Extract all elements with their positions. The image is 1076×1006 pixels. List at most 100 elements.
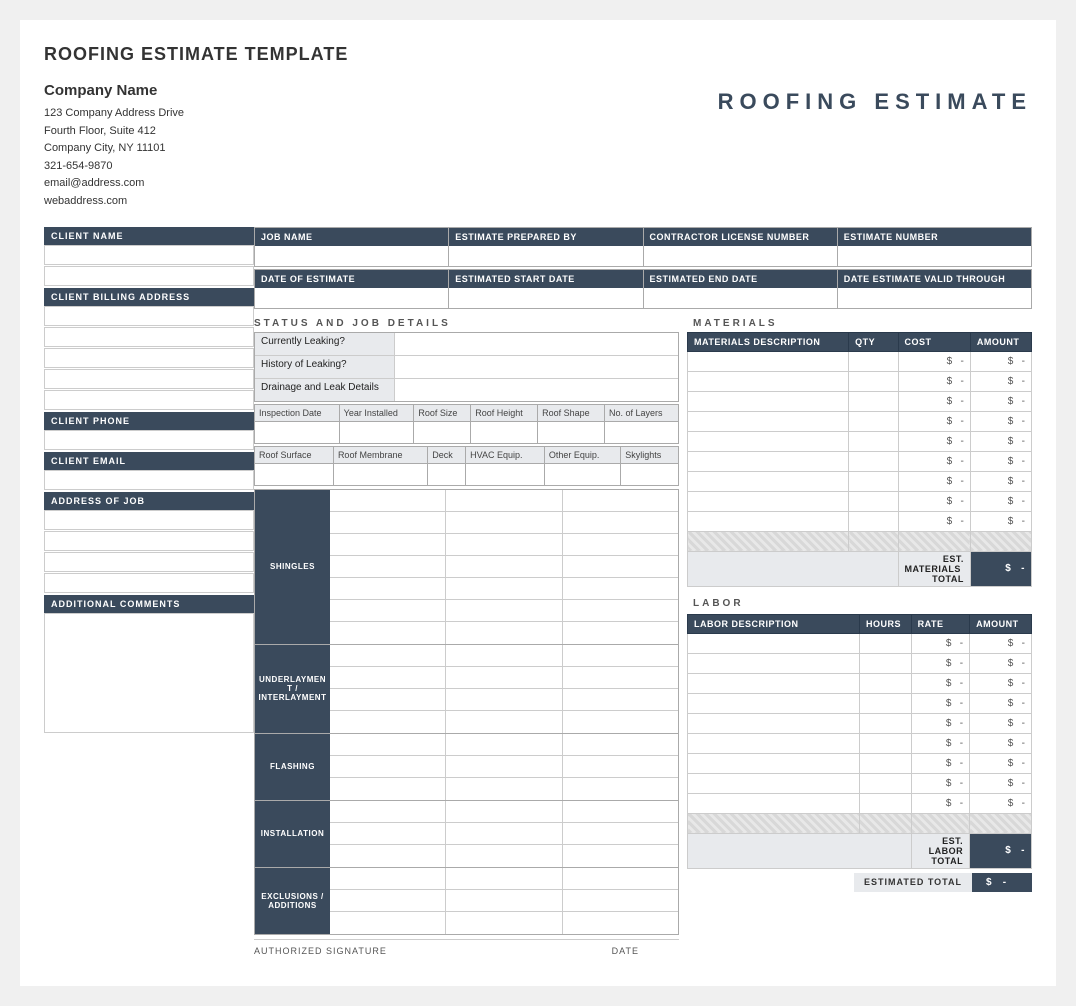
labor-row-rate-5[interactable]: $ - xyxy=(911,733,969,753)
mat-row-amount-2[interactable]: $ - xyxy=(970,391,1031,411)
mat-row-desc-5[interactable] xyxy=(688,451,849,471)
labor-row-hours-1[interactable] xyxy=(860,653,912,673)
mat-row-desc-7[interactable] xyxy=(688,491,849,511)
labor-row-amount-2[interactable]: $ - xyxy=(970,673,1032,693)
mat-row-desc-2[interactable] xyxy=(688,391,849,411)
labor-row-amount-3[interactable]: $ - xyxy=(970,693,1032,713)
rd-val-layers[interactable] xyxy=(605,421,679,443)
labor-row-hours-0[interactable] xyxy=(860,633,912,653)
mat-row-desc-0[interactable] xyxy=(688,351,849,371)
labor-row-amount-5[interactable]: $ - xyxy=(970,733,1032,753)
mat-row-qty-8[interactable] xyxy=(849,511,898,531)
labor-row-rate-4[interactable]: $ - xyxy=(911,713,969,733)
grid-value-end-date[interactable] xyxy=(644,288,837,308)
mat-row-amount-1[interactable]: $ - xyxy=(970,371,1031,391)
labor-row-desc-0[interactable] xyxy=(688,633,860,653)
labor-row-rate-2[interactable]: $ - xyxy=(911,673,969,693)
client-billing-value5[interactable] xyxy=(44,390,254,410)
client-phone-value[interactable] xyxy=(44,430,254,450)
mat-row-desc-1[interactable] xyxy=(688,371,849,391)
mat-row-qty-3[interactable] xyxy=(849,411,898,431)
labor-row-desc-1[interactable] xyxy=(688,653,860,673)
status-value-drainage[interactable] xyxy=(395,379,678,401)
labor-row-hours-6[interactable] xyxy=(860,753,912,773)
mat-row-amount-8[interactable]: $ - xyxy=(970,511,1031,531)
labor-row-amount-6[interactable]: $ - xyxy=(970,753,1032,773)
mat-row-amount-6[interactable]: $ - xyxy=(970,471,1031,491)
rd-val-year[interactable] xyxy=(339,421,414,443)
labor-row-desc-7[interactable] xyxy=(688,773,860,793)
labor-row-desc-8[interactable] xyxy=(688,793,860,813)
additional-comments-value[interactable] xyxy=(44,613,254,733)
rd-val-inspection[interactable] xyxy=(255,421,340,443)
labor-row-hours-3[interactable] xyxy=(860,693,912,713)
rd-val-other[interactable] xyxy=(544,463,620,485)
labor-row-desc-2[interactable] xyxy=(688,673,860,693)
labor-row-desc-4[interactable] xyxy=(688,713,860,733)
grid-value-license[interactable] xyxy=(644,246,837,266)
grid-value-job-name[interactable] xyxy=(255,246,448,266)
client-name-value2[interactable] xyxy=(44,266,254,286)
mat-row-qty-1[interactable] xyxy=(849,371,898,391)
rd-val-membrane[interactable] xyxy=(333,463,427,485)
labor-row-rate-0[interactable]: $ - xyxy=(911,633,969,653)
rd-val-size[interactable] xyxy=(414,421,471,443)
labor-row-amount-7[interactable]: $ - xyxy=(970,773,1032,793)
rd-val-height[interactable] xyxy=(471,421,538,443)
mat-row-cost-2[interactable]: $ - xyxy=(898,391,970,411)
mat-row-cost-7[interactable]: $ - xyxy=(898,491,970,511)
grid-value-estimate-by[interactable] xyxy=(449,246,642,266)
mat-row-desc-4[interactable] xyxy=(688,431,849,451)
address-job-value4[interactable] xyxy=(44,573,254,593)
client-email-value[interactable] xyxy=(44,470,254,490)
rd-val-shape[interactable] xyxy=(538,421,605,443)
labor-row-desc-5[interactable] xyxy=(688,733,860,753)
labor-row-rate-3[interactable]: $ - xyxy=(911,693,969,713)
labor-row-rate-6[interactable]: $ - xyxy=(911,753,969,773)
rd-val-skylights[interactable] xyxy=(621,463,679,485)
mat-row-desc-8[interactable] xyxy=(688,511,849,531)
rd-val-surface[interactable] xyxy=(255,463,334,485)
mat-row-cost-3[interactable]: $ - xyxy=(898,411,970,431)
labor-row-hours-4[interactable] xyxy=(860,713,912,733)
mat-row-qty-7[interactable] xyxy=(849,491,898,511)
mat-row-desc-6[interactable] xyxy=(688,471,849,491)
address-job-value3[interactable] xyxy=(44,552,254,572)
address-job-value1[interactable] xyxy=(44,510,254,530)
grid-value-valid-through[interactable] xyxy=(838,288,1031,308)
grid-value-date-estimate[interactable] xyxy=(255,288,448,308)
mat-row-amount-5[interactable]: $ - xyxy=(970,451,1031,471)
client-billing-value3[interactable] xyxy=(44,348,254,368)
mat-row-qty-5[interactable] xyxy=(849,451,898,471)
grid-value-start-date[interactable] xyxy=(449,288,642,308)
labor-row-hours-2[interactable] xyxy=(860,673,912,693)
labor-row-amount-4[interactable]: $ - xyxy=(970,713,1032,733)
mat-row-cost-0[interactable]: $ - xyxy=(898,351,970,371)
mat-row-amount-0[interactable]: $ - xyxy=(970,351,1031,371)
labor-row-desc-6[interactable] xyxy=(688,753,860,773)
labor-row-desc-3[interactable] xyxy=(688,693,860,713)
mat-row-cost-5[interactable]: $ - xyxy=(898,451,970,471)
rd-val-hvac[interactable] xyxy=(466,463,545,485)
client-billing-value2[interactable] xyxy=(44,327,254,347)
labor-row-rate-1[interactable]: $ - xyxy=(911,653,969,673)
mat-row-qty-2[interactable] xyxy=(849,391,898,411)
labor-row-amount-8[interactable]: $ - xyxy=(970,793,1032,813)
address-job-value2[interactable] xyxy=(44,531,254,551)
mat-row-cost-1[interactable]: $ - xyxy=(898,371,970,391)
labor-row-hours-8[interactable] xyxy=(860,793,912,813)
labor-row-amount-1[interactable]: $ - xyxy=(970,653,1032,673)
mat-row-qty-6[interactable] xyxy=(849,471,898,491)
rd-val-deck[interactable] xyxy=(428,463,466,485)
labor-row-amount-0[interactable]: $ - xyxy=(970,633,1032,653)
client-billing-value4[interactable] xyxy=(44,369,254,389)
status-value-leaking[interactable] xyxy=(395,333,678,355)
client-billing-value1[interactable] xyxy=(44,306,254,326)
mat-row-amount-7[interactable]: $ - xyxy=(970,491,1031,511)
mat-row-amount-4[interactable]: $ - xyxy=(970,431,1031,451)
mat-row-desc-3[interactable] xyxy=(688,411,849,431)
mat-row-cost-8[interactable]: $ - xyxy=(898,511,970,531)
labor-row-rate-7[interactable]: $ - xyxy=(911,773,969,793)
mat-row-qty-4[interactable] xyxy=(849,431,898,451)
mat-row-cost-6[interactable]: $ - xyxy=(898,471,970,491)
